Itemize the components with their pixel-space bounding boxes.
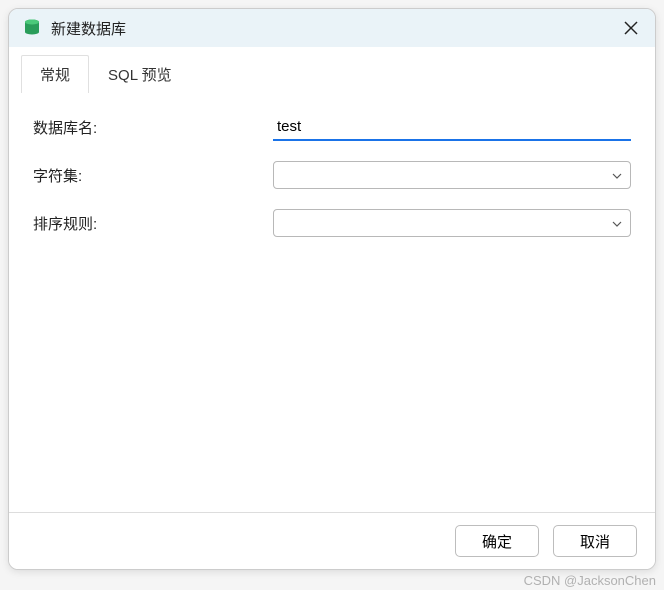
tab-sql-preview[interactable]: SQL 预览 [89,55,191,93]
row-dbname: 数据库名: [33,112,631,142]
tab-general[interactable]: 常规 [21,55,89,93]
collation-label: 排序规则: [33,213,273,234]
dialog-window: 新建数据库 常规 SQL 预览 数据库名: 字符集: [8,8,656,570]
ok-label: 确定 [482,531,512,552]
cancel-label: 取消 [580,531,610,552]
window-title: 新建数据库 [51,18,615,39]
chevron-down-icon [612,216,622,230]
watermark: CSDN @JacksonChen [524,573,656,588]
form-area: 数据库名: 字符集: 排序规则: [9,94,655,512]
close-icon [624,21,638,35]
dbname-input[interactable] [273,113,631,141]
charset-select[interactable] [273,161,631,189]
ok-button[interactable]: 确定 [455,525,539,557]
cancel-button[interactable]: 取消 [553,525,637,557]
row-charset: 字符集: [33,160,631,190]
database-icon [23,19,41,37]
titlebar: 新建数据库 [9,9,655,47]
dbname-label: 数据库名: [33,117,273,138]
collation-select[interactable] [273,209,631,237]
chevron-down-icon [612,168,622,182]
close-button[interactable] [615,12,647,44]
tabbar: 常规 SQL 预览 [9,47,655,93]
charset-label: 字符集: [33,165,273,186]
tab-label: 常规 [40,67,70,84]
row-collation: 排序规则: [33,208,631,238]
footer: 确定 取消 [9,512,655,569]
tab-label: SQL 预览 [108,67,172,84]
